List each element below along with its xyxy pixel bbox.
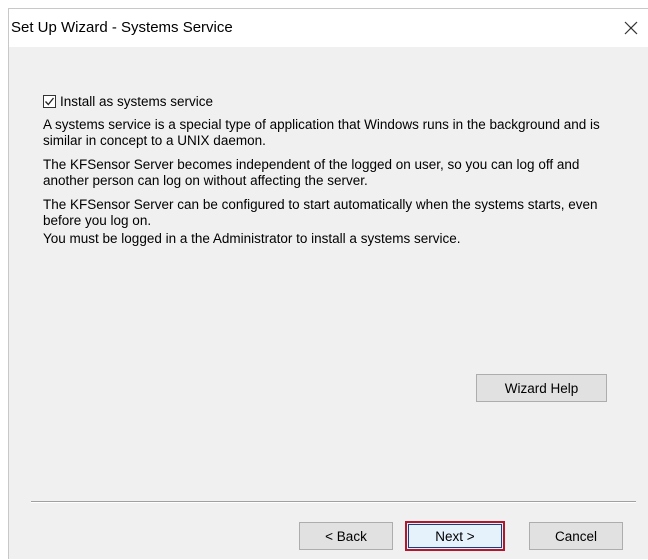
install-service-checkbox[interactable]	[43, 94, 56, 108]
description-independence: The KFSensor Server becomes independent …	[43, 157, 580, 188]
close-icon	[624, 21, 638, 35]
setup-wizard-window: Set Up Wizard - Systems Service Install …	[8, 8, 648, 559]
close-button[interactable]	[616, 13, 646, 43]
title-bar: Set Up Wizard - Systems Service	[9, 9, 648, 47]
description-service: A systems service is a special type of a…	[43, 117, 600, 148]
back-button[interactable]: < Back	[299, 522, 393, 550]
wizard-help-button[interactable]: Wizard Help	[476, 374, 607, 402]
checkmark-icon	[45, 97, 55, 105]
description-autostart: The KFSensor Server can be configured to…	[43, 197, 598, 228]
cancel-button[interactable]: Cancel	[529, 522, 623, 550]
next-button[interactable]: Next >	[405, 521, 505, 551]
footer-separator	[31, 501, 636, 503]
next-button-label: Next >	[435, 528, 475, 544]
window-title: Set Up Wizard - Systems Service	[11, 19, 233, 36]
wizard-content: Install as systems service A systems ser…	[9, 47, 648, 560]
install-service-option[interactable]: Install as systems service	[43, 91, 213, 111]
description-admin-requirement: You must be logged in a the Administrato…	[43, 231, 461, 246]
install-service-label[interactable]: Install as systems service	[60, 94, 213, 109]
